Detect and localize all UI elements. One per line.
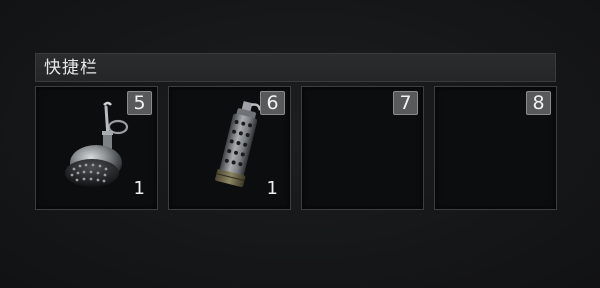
quickbar-header: 快捷栏 [35, 53, 556, 82]
quickbar-slot-8[interactable]: 8 [434, 86, 557, 210]
slot-hotkey-badge: 6 [260, 91, 285, 115]
slot-hotkey-badge: 8 [526, 91, 551, 115]
slot-item-count: 1 [266, 178, 278, 199]
slot-hotkey-badge: 7 [393, 91, 418, 115]
quickbar-slot-6[interactable]: 6 1 [168, 86, 291, 210]
slot-hotkey-badge: 5 [127, 91, 152, 115]
quickbar-slot-7[interactable]: 7 [301, 86, 424, 210]
game-scene: 快捷栏 5 1 6 1 7 8 [0, 0, 600, 288]
slot-item-count: 1 [133, 178, 145, 199]
quickbar-panel: 快捷栏 5 1 6 1 7 8 [35, 53, 557, 211]
quickbar-slot-5[interactable]: 5 1 [35, 86, 158, 210]
quickbar-title: 快捷栏 [44, 58, 98, 78]
